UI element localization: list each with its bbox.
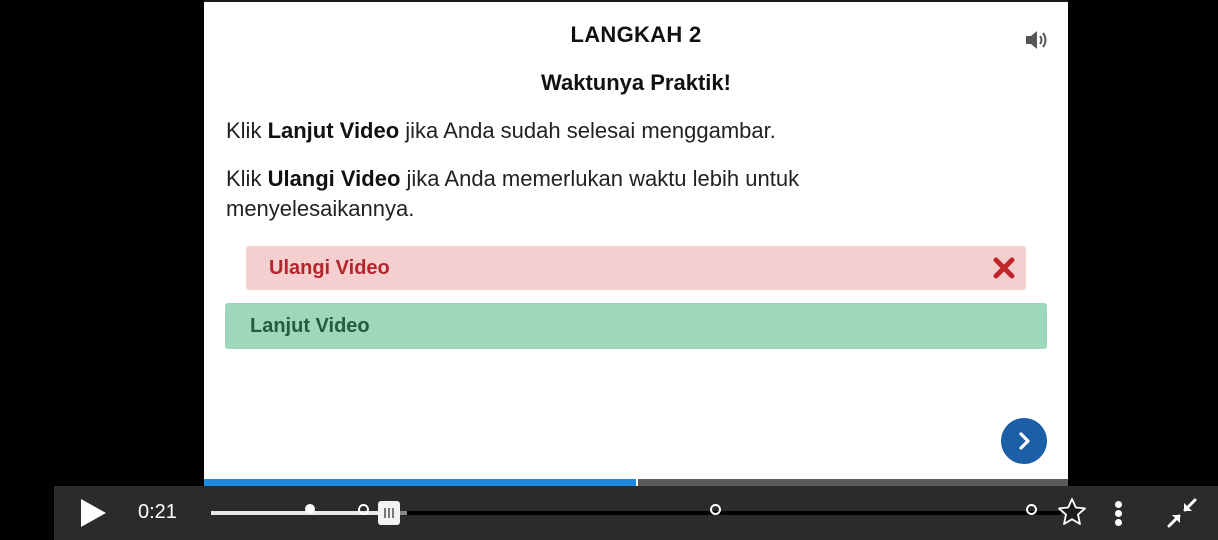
more-vertical-icon-dot [1115, 510, 1122, 517]
instruction-retry: Klik Ulangi Video jika Anda memerlukan w… [226, 164, 866, 224]
more-options-button[interactable] [1109, 498, 1129, 528]
instruction-bold: Lanjut Video [267, 118, 400, 143]
lesson-progress-bar [204, 479, 1068, 486]
lesson-progress-divider [636, 479, 638, 486]
continue-video-button[interactable]: Lanjut Video [225, 303, 1047, 349]
seek-thumb[interactable] [378, 501, 400, 525]
player-controls: 0:21 [54, 486, 1218, 540]
play-button[interactable] [78, 498, 108, 528]
speaker-icon[interactable] [1024, 28, 1050, 52]
chevron-right-icon [1019, 432, 1030, 450]
next-button[interactable] [1001, 418, 1047, 464]
star-icon [1058, 498, 1086, 525]
seek-bar[interactable] [211, 501, 1061, 525]
seek-bar-played [211, 511, 381, 515]
close-icon [992, 256, 1016, 280]
lesson-progress-fill [204, 479, 636, 486]
more-vertical-icon [1115, 501, 1122, 508]
elapsed-time: 0:21 [138, 501, 177, 523]
retry-video-label: Ulangi Video [269, 256, 390, 279]
practice-heading: Waktunya Praktik! [541, 70, 731, 95]
chapter-marker[interactable] [358, 504, 369, 515]
exit-fullscreen-button[interactable] [1167, 498, 1197, 528]
more-vertical-icon-dot [1115, 519, 1122, 526]
chapter-marker[interactable] [305, 504, 315, 514]
continue-video-label: Lanjut Video [250, 314, 370, 337]
instruction-suffix: jika Anda sudah selesai menggambar. [399, 118, 776, 143]
instruction-prefix: Klik [226, 118, 268, 143]
chapter-marker[interactable] [710, 504, 721, 515]
instruction-prefix: Klik [226, 166, 268, 191]
instruction-continue: Klik Lanjut Video jika Anda sudah selesa… [226, 116, 866, 146]
instruction-bold: Ulangi Video [267, 166, 401, 191]
card-top-border [204, 0, 1068, 2]
chapter-marker[interactable] [1026, 504, 1037, 515]
step-title: LANGKAH 2 [570, 22, 702, 47]
favorite-button[interactable] [1057, 497, 1087, 527]
exit-fullscreen-icon [1167, 498, 1197, 528]
play-icon [81, 499, 106, 527]
retry-video-button[interactable]: Ulangi Video [246, 246, 1026, 290]
lesson-card: LANGKAH 2 Waktunya Praktik! Klik Lanjut … [204, 0, 1068, 479]
